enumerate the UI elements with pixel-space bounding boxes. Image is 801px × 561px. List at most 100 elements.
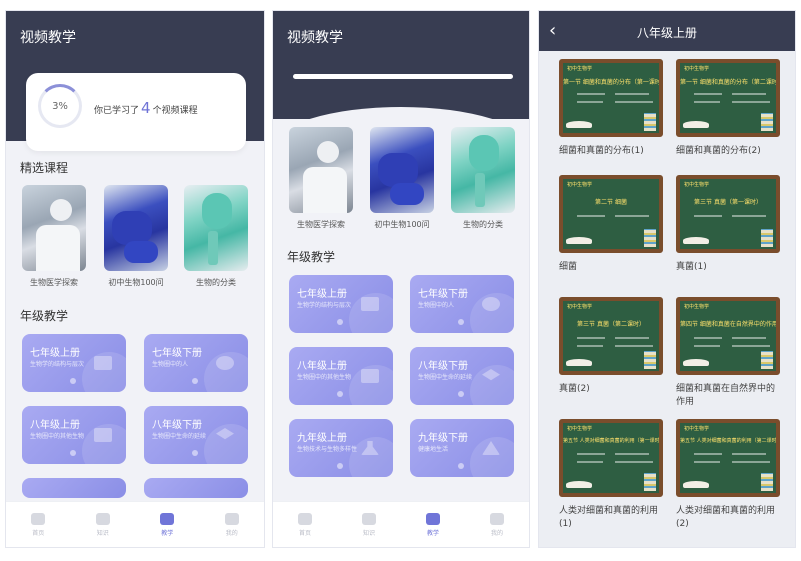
grade-card-partial[interactable]	[22, 478, 126, 498]
page-title: 八年级上册	[636, 26, 697, 40]
book-stack-icon	[644, 113, 656, 131]
showcase-canvas: 视频教学 3% 你已学习了 4 个视频课程 精选课程 生物医学探索 初中生物100问…	[0, 0, 801, 561]
section-title-grades: 年级教学	[20, 309, 69, 323]
lesson-caption: 细菌和真菌的分布(1)	[559, 146, 644, 156]
board-title: 第一节 细菌和真菌的分布（第一课时）	[563, 79, 663, 86]
screen-grade-8-vol1: ‹ 八年级上册 初中生物学 第一节 细菌和真菌的分布（第一课时） 细菌和真菌的分…	[538, 10, 796, 548]
lesson-item[interactable]: 初中生物学 第二节 细菌 细菌	[559, 175, 663, 274]
grade-subtitle: 生物学的结构与层次	[30, 361, 85, 368]
grade-name: 八年级上册	[297, 361, 347, 372]
page-title: 视频教学	[20, 30, 76, 46]
board-title: 第五节 人类对细菌和真菌的利用（第一课时）	[563, 438, 663, 444]
board-header: 初中生物学	[567, 304, 593, 310]
book-icon	[95, 512, 110, 525]
course-card[interactable]: 初中生物100问	[370, 127, 434, 230]
user-icon	[224, 512, 239, 525]
grade-name: 九年级下册	[418, 433, 468, 444]
progress-percent: 3%	[52, 100, 68, 112]
board-title: 第三节 真菌（第二课时）	[577, 321, 645, 328]
book-icon	[683, 121, 709, 128]
grade-card[interactable]: 七年级上册 生物学的结构与层次	[289, 275, 393, 333]
course-card[interactable]: 生物医学探索	[289, 127, 353, 230]
progress-text-before: 你已学习了	[94, 106, 140, 116]
grade-subtitle: 生物圈中的其他生物	[30, 433, 85, 440]
book-stack-icon	[644, 473, 656, 491]
lesson-caption: 真菌(2)	[559, 384, 590, 394]
tab-teaching[interactable]: 教学	[413, 512, 453, 537]
tab-label: 首页	[32, 529, 45, 537]
grade-name: 七年级下册	[152, 348, 202, 359]
lesson-thumbnail-blackboard: 初中生物学 第五节 人类对细菌和真菌的利用（第一课时）	[559, 419, 663, 497]
grade-subtitle: 生物圈中的人	[152, 361, 189, 368]
progress-text-after: 个视频课程	[152, 106, 198, 116]
grade-card[interactable]: 八年级下册 生物圈中生命的延续	[410, 347, 514, 405]
lesson-thumbnail-blackboard: 初中生物学 第二节 细菌	[559, 175, 663, 253]
grade-card[interactable]: 七年级下册生物圈中的人	[144, 334, 248, 392]
board-header: 初中生物学	[684, 304, 710, 310]
lesson-item[interactable]: 初中生物学 第三节 真菌（第二课时） 真菌(2)	[559, 297, 663, 396]
lesson-item[interactable]: 初中生物学 第一节 细菌和真菌的分布（第一课时） 细菌和真菌的分布(1)	[559, 59, 663, 158]
grade-name: 八年级下册	[418, 361, 468, 372]
tab-teaching[interactable]: 教学	[147, 512, 187, 537]
lesson-caption: 人类对细菌和真菌的利用(1)	[559, 506, 659, 529]
board-title: 第四节 细菌和真菌在自然界中的作用	[680, 321, 778, 328]
book-stack-icon	[644, 229, 656, 247]
section-title-grades: 年级教学	[287, 250, 336, 264]
lesson-item[interactable]: 初中生物学 第五节 人类对细菌和真菌的利用（第二课时） 人类对细菌和真菌的利用(…	[676, 419, 780, 531]
tab-label: 知识	[362, 529, 375, 537]
grade-card[interactable]: 八年级下册 生物圈中生命的延续	[144, 406, 248, 464]
grade-subtitle: 生物圈中生命的延续	[152, 433, 207, 440]
board-header: 初中生物学	[567, 66, 593, 72]
lesson-caption: 人类对细菌和真菌的利用(2)	[676, 506, 776, 529]
tab-mine[interactable]: 我的	[477, 512, 517, 537]
progress-count: 4	[141, 99, 151, 117]
course-card[interactable]: 生物的分类	[451, 127, 515, 230]
course-card[interactable]: 生物的分类	[184, 185, 248, 288]
grade-name: 九年级上册	[297, 433, 347, 444]
grade-subtitle: 生物圈中的人	[418, 302, 455, 309]
lesson-item[interactable]: 初中生物学 第一节 细菌和真菌的分布（第二课时） 细菌和真菌的分布(2)	[676, 59, 780, 158]
pen-icon	[216, 356, 234, 370]
monitor-icon	[361, 297, 379, 311]
tab-home[interactable]: 首页	[285, 512, 325, 537]
grade-card[interactable]: 九年级上册生物技术与生物多样性	[289, 419, 393, 477]
header-bar: 视频教学	[273, 11, 529, 119]
course-thumbnail	[451, 127, 515, 213]
lesson-item[interactable]: 初中生物学 第四节 细菌和真菌在自然界中的作用 细菌和真菌在自然界中的作用	[676, 297, 780, 409]
page-title: 视频教学	[287, 30, 343, 46]
grade-subtitle: 生物技术与生物多样性	[297, 446, 358, 453]
course-card[interactable]: 初中生物100问	[104, 185, 168, 288]
lesson-item[interactable]: 初中生物学 第三节 真菌（第一课时） 真菌(1)	[676, 175, 780, 274]
board-header: 初中生物学	[684, 66, 710, 72]
grade-subtitle: 健康地生活	[418, 446, 449, 453]
grade-subtitle: 生物学的结构与层次	[297, 302, 352, 309]
course-caption: 生物医学探索	[30, 278, 78, 287]
course-card[interactable]: 生物医学探索	[22, 185, 86, 288]
tab-mine[interactable]: 我的	[212, 512, 252, 537]
grade-card-partial[interactable]	[144, 478, 248, 498]
lesson-thumbnail-blackboard: 初中生物学 第三节 真菌（第一课时）	[676, 175, 780, 253]
tab-bar: 首页 知识 教学 我的	[6, 501, 264, 547]
grade-card[interactable]: 七年级上册 生物学的结构与层次	[22, 334, 126, 392]
book-stack-icon	[761, 473, 773, 491]
book-stack-icon	[644, 351, 656, 369]
lesson-item[interactable]: 初中生物学 第五节 人类对细菌和真菌的利用（第一课时） 人类对细菌和真菌的利用(…	[559, 419, 663, 531]
grade-card[interactable]: 七年级下册 生物圈中的人	[410, 275, 514, 333]
lesson-thumbnail-blackboard: 初中生物学 第三节 真菌（第二课时）	[559, 297, 663, 375]
lesson-thumbnail-blackboard: 初中生物学 第一节 细菌和真菌的分布（第二课时）	[676, 59, 780, 137]
tab-label: 首页	[298, 529, 311, 537]
grade-card[interactable]: 八年级上册 生物圈中的其他生物	[289, 347, 393, 405]
tab-label: 教学	[426, 529, 439, 537]
tab-home[interactable]: 首页	[18, 512, 58, 537]
tab-knowledge[interactable]: 知识	[349, 512, 389, 537]
course-thumbnail	[22, 185, 86, 271]
lesson-caption: 细菌	[559, 262, 578, 272]
tab-knowledge[interactable]: 知识	[83, 512, 123, 537]
grade-card[interactable]: 九年级下册健康地生活	[410, 419, 514, 477]
grade-card[interactable]: 八年级上册 生物圈中的其他生物	[22, 406, 126, 464]
course-thumbnail	[184, 185, 248, 271]
board-title: 第二节 细菌	[595, 199, 627, 206]
book-icon	[566, 359, 592, 366]
board-header: 初中生物学	[684, 182, 710, 188]
book-stack-icon	[761, 113, 773, 131]
